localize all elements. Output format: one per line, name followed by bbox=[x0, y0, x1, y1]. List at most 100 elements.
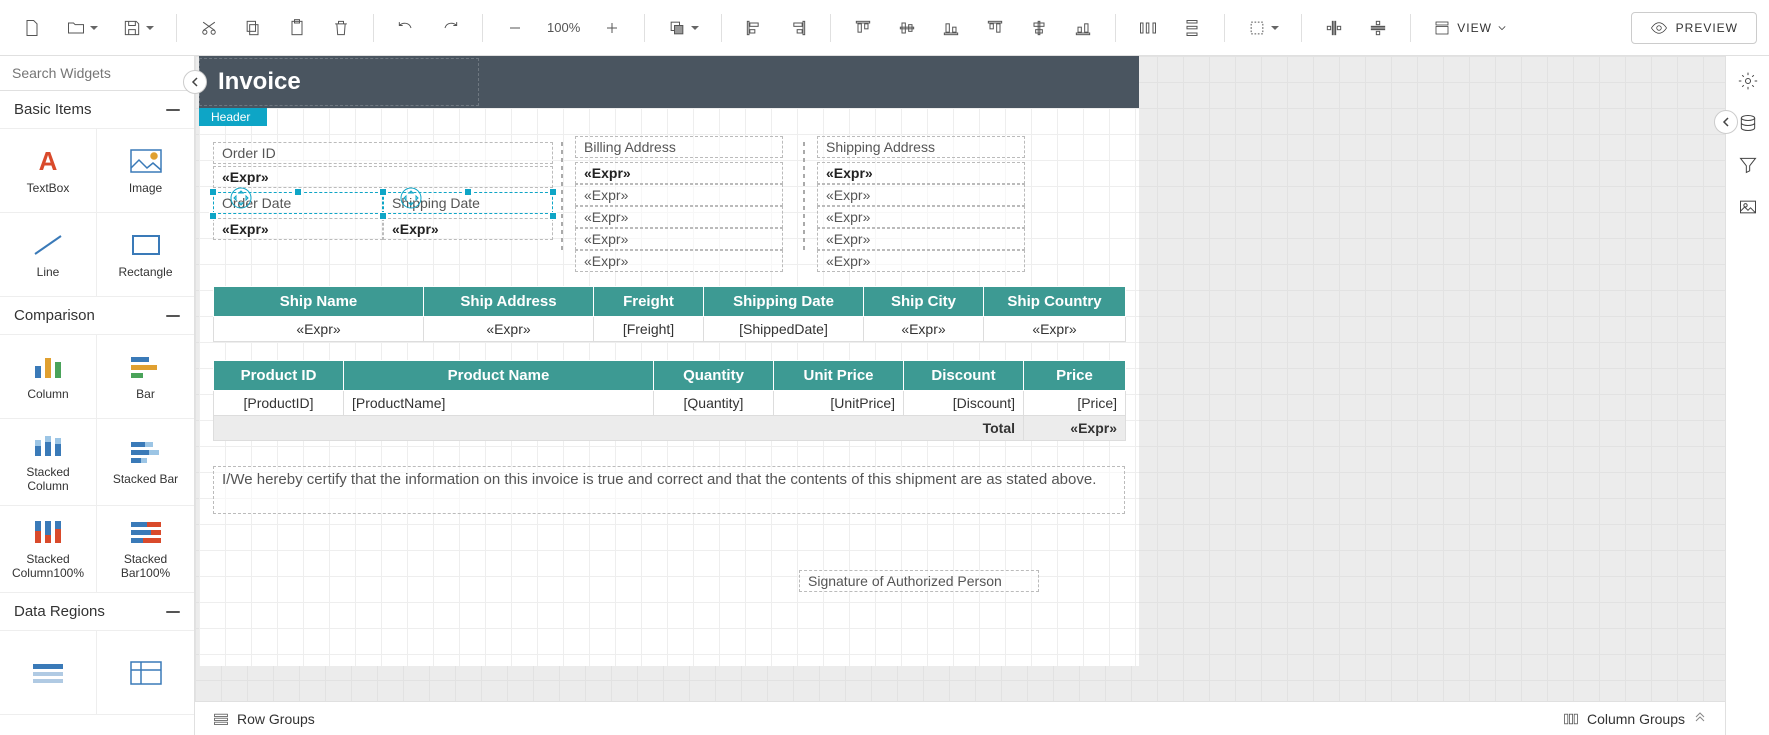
ship-table[interactable]: Ship Name Ship Address Freight Shipping … bbox=[213, 286, 1126, 342]
product-table-cell[interactable]: [Quantity] bbox=[654, 391, 774, 416]
billing-expr-4[interactable]: «Expr» bbox=[575, 250, 783, 272]
align-top-edge-button[interactable] bbox=[975, 8, 1015, 48]
ship-table-cell[interactable]: [Freight] bbox=[594, 317, 704, 342]
ship-table-cell[interactable]: [ShippedDate] bbox=[704, 317, 864, 342]
billing-expr-1[interactable]: «Expr» bbox=[575, 184, 783, 206]
shipping-expr-1[interactable]: «Expr» bbox=[817, 184, 1025, 206]
ship-table-header[interactable]: Freight bbox=[594, 287, 704, 317]
align-bottom-edge-button[interactable] bbox=[1063, 8, 1103, 48]
header-section-tag[interactable]: Header bbox=[199, 108, 267, 126]
distribute-h-button[interactable] bbox=[1128, 8, 1168, 48]
canvas-scroll[interactable]: Invoice Header Order ID «Expr» Order Dat… bbox=[195, 56, 1725, 701]
row-groups-label[interactable]: Row Groups bbox=[237, 711, 315, 727]
widget-image[interactable]: Image bbox=[97, 129, 194, 213]
image-settings-button[interactable] bbox=[1731, 190, 1765, 224]
redo-button[interactable] bbox=[430, 8, 470, 48]
product-table-cell[interactable]: [ProductID] bbox=[214, 391, 344, 416]
move-handle-icon[interactable] bbox=[229, 186, 253, 210]
order-id-value-field[interactable]: «Expr» bbox=[213, 166, 553, 188]
ship-table-header[interactable]: Ship Address bbox=[424, 287, 594, 317]
widget-region-1[interactable] bbox=[0, 631, 97, 715]
report-surface[interactable]: Invoice Header Order ID «Expr» Order Dat… bbox=[199, 56, 1139, 666]
ship-table-cell[interactable]: «Expr» bbox=[864, 317, 984, 342]
product-table-cell[interactable]: [Price] bbox=[1024, 391, 1126, 416]
cut-button[interactable] bbox=[189, 8, 229, 48]
selection-handle[interactable] bbox=[379, 188, 387, 196]
align-center-h-button[interactable] bbox=[887, 8, 927, 48]
order-date-value-field[interactable]: «Expr» bbox=[213, 218, 383, 240]
ship-table-cell[interactable]: «Expr» bbox=[214, 317, 424, 342]
undo-button[interactable] bbox=[386, 8, 426, 48]
product-table-header[interactable]: Price bbox=[1024, 361, 1126, 391]
shipping-expr-4[interactable]: «Expr» bbox=[817, 250, 1025, 272]
shipping-address-label[interactable]: Shipping Address bbox=[817, 136, 1025, 158]
settings-button[interactable] bbox=[1731, 64, 1765, 98]
widget-region-2[interactable] bbox=[97, 631, 194, 715]
product-table-header[interactable]: Quantity bbox=[654, 361, 774, 391]
billing-address-label[interactable]: Billing Address bbox=[575, 136, 783, 158]
widget-bar[interactable]: Bar bbox=[97, 335, 194, 419]
selection-handle[interactable] bbox=[549, 212, 557, 220]
ship-table-header[interactable]: Ship City bbox=[864, 287, 984, 317]
total-value-cell[interactable]: «Expr» bbox=[1024, 416, 1126, 441]
new-button[interactable] bbox=[12, 8, 52, 48]
signature-field[interactable]: Signature of Authorized Person bbox=[799, 570, 1039, 592]
align-top-button[interactable] bbox=[843, 8, 883, 48]
ship-table-header[interactable]: Shipping Date bbox=[704, 287, 864, 317]
open-button[interactable] bbox=[56, 8, 108, 48]
distribute-v-button[interactable] bbox=[1172, 8, 1212, 48]
widget-stacked-column-100[interactable]: Stacked Column100% bbox=[0, 506, 97, 593]
move-handle-icon[interactable] bbox=[399, 186, 423, 210]
widget-textbox[interactable]: A TextBox bbox=[0, 129, 97, 213]
column-groups-label[interactable]: Column Groups bbox=[1587, 711, 1685, 727]
shipping-expr-2[interactable]: «Expr» bbox=[817, 206, 1025, 228]
selection-handle[interactable] bbox=[294, 188, 302, 196]
paste-button[interactable] bbox=[277, 8, 317, 48]
section-basic-items[interactable]: Basic Items bbox=[0, 91, 194, 129]
shipping-date-value-field[interactable]: «Expr» bbox=[383, 218, 553, 240]
copy-button[interactable] bbox=[233, 8, 273, 48]
widget-stacked-bar[interactable]: Stacked Bar bbox=[97, 419, 194, 506]
view-dropdown[interactable]: VIEW bbox=[1423, 19, 1516, 37]
widget-stacked-column[interactable]: Stacked Column bbox=[0, 419, 97, 506]
selection-handle[interactable] bbox=[379, 212, 387, 220]
product-table-cell[interactable]: [Discount] bbox=[904, 391, 1024, 416]
size-button[interactable] bbox=[1237, 8, 1289, 48]
product-table-cell[interactable]: [UnitPrice] bbox=[774, 391, 904, 416]
product-table[interactable]: Product ID Product Name Quantity Unit Pr… bbox=[213, 360, 1126, 441]
collapse-right-panel-button[interactable] bbox=[1714, 110, 1738, 134]
widget-rectangle[interactable]: Rectangle bbox=[97, 213, 194, 297]
order-id-label-field[interactable]: Order ID bbox=[213, 142, 553, 164]
section-data-regions[interactable]: Data Regions bbox=[0, 593, 194, 631]
ship-table-cell[interactable]: «Expr» bbox=[984, 317, 1126, 342]
widget-stacked-bar-100[interactable]: Stacked Bar100% bbox=[97, 506, 194, 593]
filter-button[interactable] bbox=[1731, 148, 1765, 182]
section-comparison[interactable]: Comparison bbox=[0, 297, 194, 335]
preview-button[interactable]: PREVIEW bbox=[1631, 12, 1757, 44]
align-middle-button[interactable] bbox=[1019, 8, 1059, 48]
selection-handle[interactable] bbox=[549, 188, 557, 196]
ship-table-header[interactable]: Ship Name bbox=[214, 287, 424, 317]
shipping-expr-0[interactable]: «Expr» bbox=[817, 162, 1025, 184]
total-label-cell[interactable]: Total bbox=[214, 416, 1024, 441]
product-table-header[interactable]: Discount bbox=[904, 361, 1024, 391]
align-bottom-button[interactable] bbox=[931, 8, 971, 48]
selection-handle[interactable] bbox=[209, 188, 217, 196]
selection-handle[interactable] bbox=[209, 212, 217, 220]
widget-column[interactable]: Column bbox=[0, 335, 97, 419]
align-right-edge-button[interactable] bbox=[778, 8, 818, 48]
ship-table-header[interactable]: Ship Country bbox=[984, 287, 1126, 317]
report-title[interactable]: Invoice bbox=[199, 58, 479, 106]
billing-expr-0[interactable]: «Expr» bbox=[575, 162, 783, 184]
align-left-edge-button[interactable] bbox=[734, 8, 774, 48]
snap-v-button[interactable] bbox=[1358, 8, 1398, 48]
delete-button[interactable] bbox=[321, 8, 361, 48]
billing-expr-3[interactable]: «Expr» bbox=[575, 228, 783, 250]
zoom-in-button[interactable] bbox=[592, 8, 632, 48]
selection-handle[interactable] bbox=[464, 188, 472, 196]
product-table-header[interactable]: Product Name bbox=[344, 361, 654, 391]
product-table-cell[interactable]: [ProductName] bbox=[344, 391, 654, 416]
search-input[interactable] bbox=[12, 65, 193, 81]
save-button[interactable] bbox=[112, 8, 164, 48]
widget-line[interactable]: Line bbox=[0, 213, 97, 297]
